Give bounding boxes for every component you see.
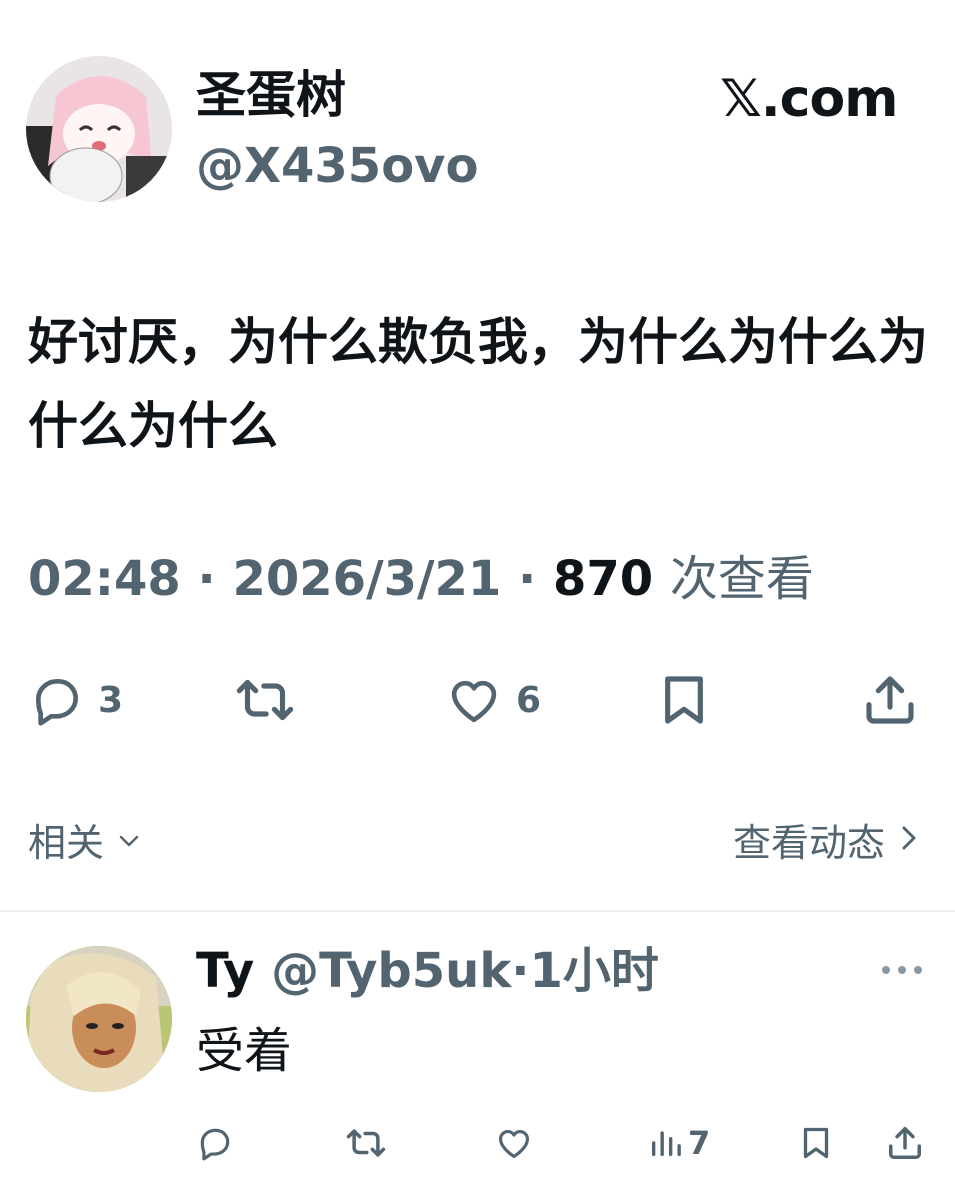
repost-icon bbox=[232, 672, 298, 728]
related-label: 相关 bbox=[28, 821, 105, 865]
reply-avatar[interactable] bbox=[26, 946, 172, 1092]
chevron-down-icon bbox=[114, 818, 144, 862]
reply-bookmark-button[interactable] bbox=[798, 1124, 834, 1162]
post-time[interactable]: 02:48 bbox=[28, 551, 181, 607]
author-avatar[interactable] bbox=[26, 56, 172, 202]
analytics-icon bbox=[648, 1124, 682, 1162]
bookmark-icon bbox=[798, 1124, 834, 1162]
reply-icon bbox=[196, 1124, 234, 1162]
chevron-right-icon bbox=[899, 818, 919, 862]
bookmark-button[interactable] bbox=[656, 672, 712, 728]
views-label[interactable]: 次查看 bbox=[670, 551, 814, 607]
reply-header: Ty @Tyb5uk·1小时 bbox=[196, 940, 659, 1002]
author-display-name[interactable]: 圣蛋树 bbox=[196, 64, 346, 126]
more-icon bbox=[880, 966, 924, 989]
reply-time[interactable]: 1小时 bbox=[529, 943, 658, 999]
post-meta: 02:48 · 2026/3/21 · 870 次查看 bbox=[28, 548, 814, 610]
reply-handle[interactable]: @Tyb5uk bbox=[271, 943, 511, 999]
reply-views-button[interactable]: 7 bbox=[648, 1124, 710, 1162]
reply-views-count: 7 bbox=[688, 1124, 711, 1162]
reply-count: 3 bbox=[98, 679, 124, 721]
reply-repost-button[interactable] bbox=[344, 1124, 388, 1162]
post-text: 好讨厌，为什么欺负我，为什么为什么为什么为什么 bbox=[28, 313, 928, 455]
reply-separator: · bbox=[511, 943, 530, 999]
like-count: 6 bbox=[516, 679, 542, 721]
reply-display-name[interactable]: Ty bbox=[196, 943, 254, 999]
reply-reply-button[interactable] bbox=[196, 1124, 234, 1162]
reply-button[interactable]: 3 bbox=[28, 672, 123, 728]
heart-icon bbox=[444, 672, 504, 728]
meta-separator: · bbox=[197, 551, 216, 607]
divider bbox=[0, 910, 955, 912]
reply-like-button[interactable] bbox=[494, 1124, 534, 1162]
related-toggle[interactable]: 相关 bbox=[28, 812, 144, 867]
author-handle[interactable]: @X435ovo bbox=[196, 136, 478, 196]
activity-label: 查看动态 bbox=[732, 821, 885, 865]
brand-logo: 𝕏.com bbox=[720, 69, 898, 129]
share-icon bbox=[886, 1124, 924, 1162]
like-button[interactable]: 6 bbox=[444, 672, 541, 728]
meta-separator: · bbox=[518, 551, 537, 607]
repost-icon bbox=[344, 1124, 388, 1162]
more-options-button[interactable] bbox=[880, 955, 924, 989]
view-activity-link[interactable]: 查看动态 bbox=[733, 812, 919, 867]
heart-icon bbox=[494, 1124, 534, 1162]
reply-share-button[interactable] bbox=[886, 1124, 924, 1162]
views-count[interactable]: 870 bbox=[553, 551, 653, 607]
bookmark-icon bbox=[656, 672, 712, 728]
share-icon bbox=[862, 672, 918, 728]
reply-text: 受着 bbox=[196, 1023, 293, 1079]
share-button[interactable] bbox=[862, 672, 918, 728]
reply-icon bbox=[28, 672, 86, 728]
repost-button[interactable] bbox=[232, 672, 298, 728]
post-date[interactable]: 2026/3/21 bbox=[232, 551, 501, 607]
